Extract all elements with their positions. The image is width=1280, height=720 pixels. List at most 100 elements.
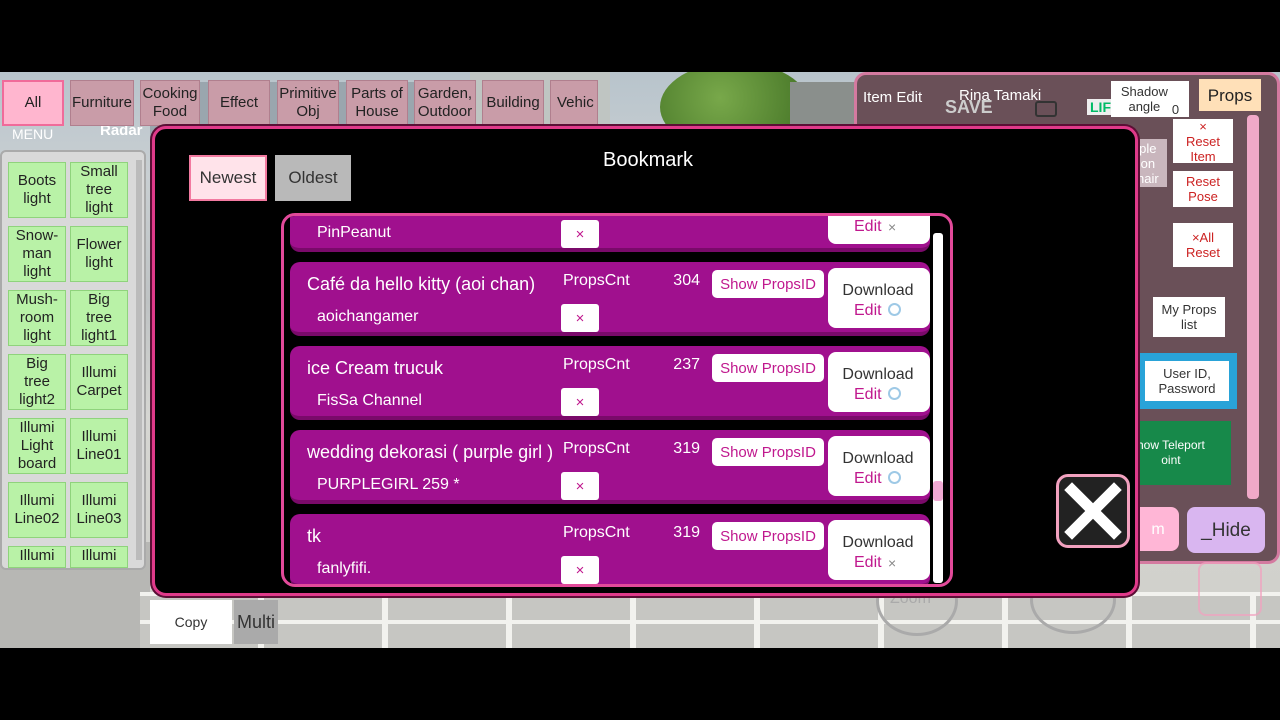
props-tab[interactable]: Props [1199, 79, 1261, 111]
item-button[interactable]: Flower light [70, 226, 128, 282]
download-button[interactable]: Download Edit [828, 268, 930, 328]
show-props-id-button[interactable]: Show PropsID [712, 270, 824, 298]
props-count-label: PropsCnt [563, 440, 630, 457]
props-count-label: PropsCnt [563, 356, 630, 373]
camera-icon[interactable] [1035, 101, 1057, 117]
close-bookmark-button[interactable] [1056, 474, 1130, 548]
download-label: Download [842, 366, 914, 383]
download-label: Download [842, 282, 914, 299]
item-edit-label[interactable]: Item Edit [863, 89, 922, 106]
item-button[interactable]: Big tree light2 [8, 354, 66, 410]
edit-label[interactable]: Edit [854, 386, 882, 404]
category-tab-effect[interactable]: Effect [208, 80, 270, 126]
delete-bookmark-button[interactable]: × [561, 556, 599, 584]
shadow-angle-button[interactable]: Shadow angle 0 [1111, 81, 1189, 117]
category-tab-label: Vehic [557, 94, 594, 111]
item-button[interactable]: Big tree light1 [70, 290, 128, 346]
all-reset-button[interactable]: ×All Reset [1173, 223, 1233, 267]
shadow-angle-label: Shadow angle [1120, 84, 1168, 114]
m-button[interactable]: m [1137, 507, 1179, 551]
download-label: Download [842, 534, 914, 551]
bookmark-scrollbar[interactable] [933, 233, 943, 583]
item-button[interactable]: Illumi Light board [8, 418, 66, 474]
menu-label[interactable]: MENU [12, 126, 53, 142]
bookmark-author: PURPLEGIRL 259 * [317, 476, 460, 493]
edit-status-ring-icon[interactable] [888, 303, 901, 319]
download-button[interactable]: Download Edit × [828, 520, 930, 580]
user-id-password-button[interactable]: User ID, Password [1145, 361, 1229, 401]
bookmark-name: wedding dekorasi ( purple girl ) [307, 442, 554, 462]
category-tab-garden-outdoor[interactable]: Garden, Outdoor [414, 80, 476, 126]
item-button[interactable]: Illumi Carpet [70, 354, 128, 410]
item-button[interactable]: Small tree light [70, 162, 128, 218]
bookmark-list[interactable]: PinPeanut × Download Edit × Café da hell… [281, 213, 953, 587]
delete-bookmark-button[interactable]: × [561, 304, 599, 332]
category-tab-label: Garden, Outdoor [417, 85, 473, 120]
delete-bookmark-button[interactable]: × [561, 220, 599, 248]
delete-bookmark-button[interactable]: × [561, 388, 599, 416]
bookmark-author: fanlyfifi. [317, 560, 372, 577]
item-list-scrollbar[interactable] [136, 160, 142, 560]
download-button[interactable]: Download Edit [828, 352, 930, 412]
category-tab-parts-of-house[interactable]: Parts of House [346, 80, 408, 126]
shadow-angle-value: 0 [1171, 102, 1180, 117]
sort-newest-button[interactable]: Newest [189, 155, 267, 201]
sort-oldest-button[interactable]: Oldest [275, 155, 351, 201]
props-count-value: 319 [673, 440, 700, 457]
show-props-id-button[interactable]: Show PropsID [712, 354, 824, 382]
show-props-id-button[interactable]: Show PropsID [712, 438, 824, 466]
bookmark-scroll-thumb[interactable] [933, 481, 943, 501]
item-button[interactable]: Snow- man light [8, 226, 66, 282]
bookmark-row[interactable]: wedding dekorasi ( purple girl ) PURPLEG… [290, 430, 930, 504]
category-tab-all[interactable]: All [2, 80, 64, 126]
props-count-label: PropsCnt [563, 524, 630, 541]
reset-item-button[interactable]: × Reset Item [1173, 119, 1233, 164]
category-tab-label: Building [486, 94, 540, 111]
reset-pose-button[interactable]: Reset Pose [1173, 171, 1233, 207]
show-teleport-point-button[interactable]: how Teleport oint [1137, 421, 1231, 485]
bookmark-row[interactable]: tk fanlyfifi. PropsCnt 319 Show PropsID … [290, 514, 930, 584]
edit-close-icon[interactable]: × [888, 219, 896, 235]
item-button[interactable]: Illumi Line01 [70, 418, 128, 474]
item-button[interactable]: Illumi Line02 [8, 482, 66, 538]
delete-bookmark-button[interactable]: × [561, 472, 599, 500]
copy-button[interactable]: Copy [150, 600, 232, 644]
download-button[interactable]: Download Edit × [828, 216, 930, 244]
category-tab-primitive-obj[interactable]: Primitive Obj [277, 80, 339, 126]
edit-label[interactable]: Edit [854, 470, 882, 488]
category-tab-furniture[interactable]: Furniture [70, 80, 134, 126]
multi-button[interactable]: Multi [234, 600, 278, 644]
right-panel-scrollbar[interactable] [1247, 115, 1259, 499]
bookmark-name: Café da hello kitty (aoi chan) [307, 274, 536, 294]
edit-label[interactable]: Edit [854, 302, 882, 320]
edit-status-ring-icon[interactable] [888, 471, 901, 487]
item-list-panel[interactable]: Boots light Small tree light Snow- man l… [0, 150, 146, 570]
category-tab-cooking-food[interactable]: Cooking Food [140, 80, 200, 126]
item-button[interactable]: Illumi Line03 [70, 482, 128, 538]
edit-close-icon[interactable]: × [888, 555, 896, 571]
bookmark-name: ice Cream trucuk [307, 358, 444, 378]
edit-label[interactable]: Edit [854, 218, 882, 236]
item-button[interactable]: Mush- room light [8, 290, 66, 346]
hide-button[interactable]: _Hide [1187, 507, 1265, 553]
my-props-list-button[interactable]: My Props list [1153, 297, 1225, 337]
bg-close-icon[interactable] [1198, 562, 1262, 616]
edit-status-ring-icon[interactable] [888, 387, 901, 403]
bookmark-row[interactable]: PinPeanut × Download Edit × [290, 216, 930, 252]
bookmark-name: tk [307, 526, 322, 546]
category-tab-label: Parts of House [351, 85, 403, 120]
close-icon [1064, 482, 1122, 540]
bookmark-row[interactable]: Café da hello kitty (aoi chan) aoichanga… [290, 262, 930, 336]
bookmark-row[interactable]: ice Cream trucuk FisSa Channel PropsCnt … [290, 346, 930, 420]
show-props-id-button[interactable]: Show PropsID [712, 522, 824, 550]
category-tab-label: Primitive Obj [279, 85, 337, 120]
item-button[interactable]: Illumi [8, 546, 66, 568]
edit-label[interactable]: Edit [854, 554, 882, 572]
category-tab-building[interactable]: Building [482, 80, 544, 126]
download-button[interactable]: Download Edit [828, 436, 930, 496]
props-count-value: 237 [673, 356, 700, 373]
ple-on-hair-button[interactable]: ple on hair [1137, 139, 1167, 187]
item-button[interactable]: Illumi [70, 546, 128, 568]
item-button[interactable]: Boots light [8, 162, 66, 218]
category-tab-vehicle[interactable]: Vehic [550, 80, 598, 126]
